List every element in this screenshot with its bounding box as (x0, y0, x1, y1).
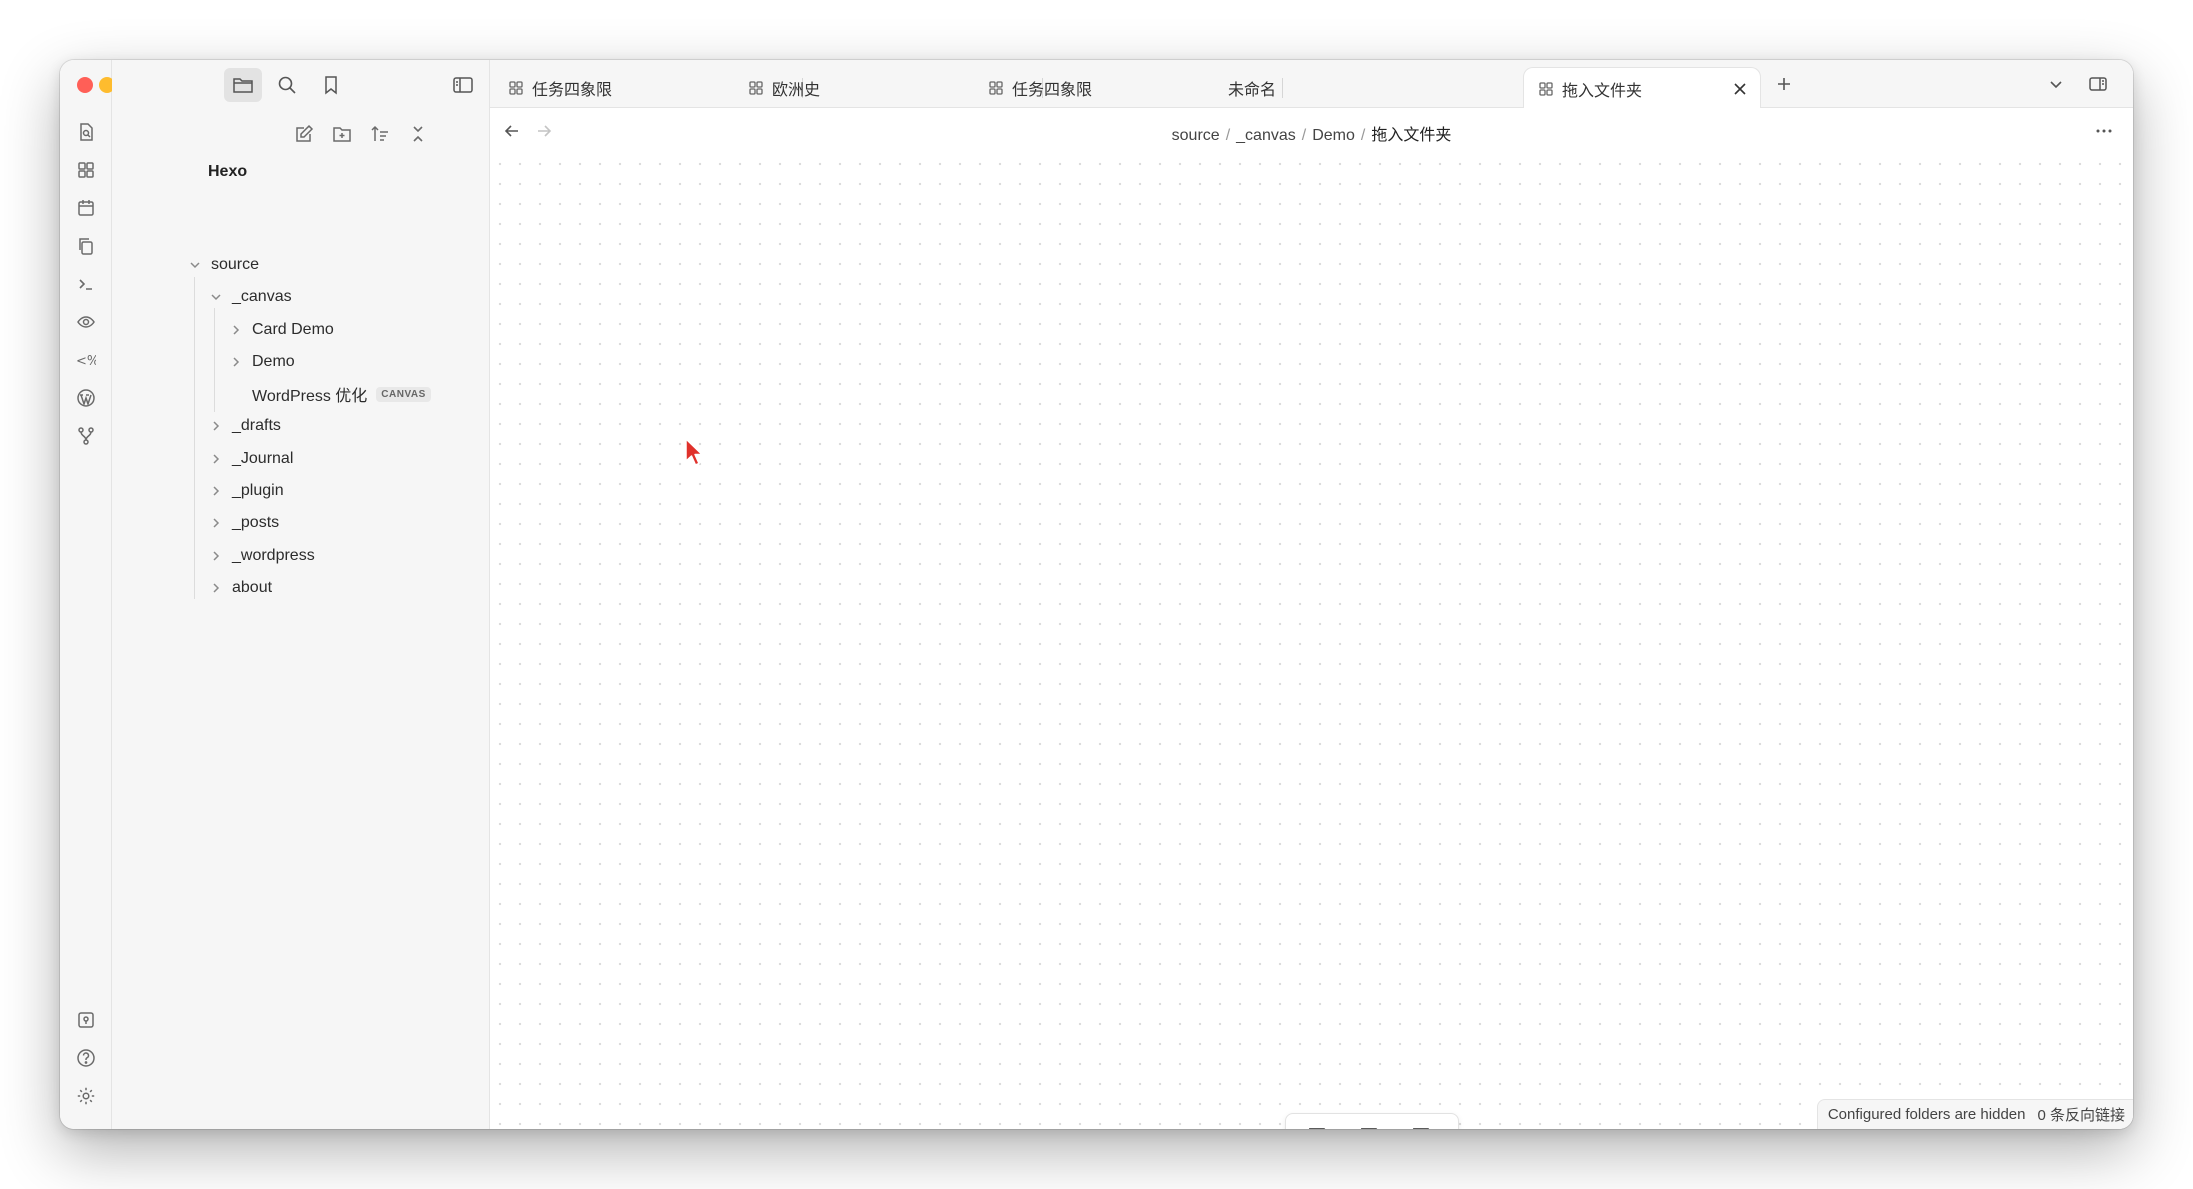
toggle-right-sidebar-icon[interactable] (2084, 70, 2112, 98)
new-folder-icon[interactable] (326, 118, 358, 150)
canvas-icon (1538, 81, 1554, 97)
tab-3[interactable]: 任务四象限 (974, 67, 1212, 108)
chevron-right-icon (209, 484, 223, 498)
breadcrumb-item[interactable]: Demo (1312, 127, 1355, 144)
collapse-all-icon[interactable] (402, 118, 434, 150)
tree-item-label: source (211, 256, 260, 273)
tree-folder-plugin[interactable]: _plugin (209, 476, 284, 506)
toggle-sidebar-icon[interactable] (446, 68, 480, 102)
indent-guide (194, 277, 195, 599)
tab-1[interactable]: 任务四象限 (494, 67, 732, 108)
file-explorer-sidebar: Hexo source _canvas Card Demo Demo WordP… (112, 60, 490, 1129)
mouse-cursor-icon (685, 438, 703, 466)
file-type-badge: CANVAS (376, 386, 431, 402)
canvas-icon (508, 80, 524, 96)
tree-folder-about[interactable]: about (209, 573, 272, 603)
sort-order-icon[interactable] (364, 118, 396, 150)
chevron-right-icon (209, 581, 223, 595)
tree-file-wordpress-optimization[interactable]: WordPress 优化 CANVAS (252, 379, 431, 409)
tab-label: 任务四象限 (1012, 81, 1093, 99)
tree-folder-demo[interactable]: Demo (229, 347, 295, 377)
chevron-right-icon (209, 549, 223, 563)
indent-guide (214, 308, 215, 412)
add-text-card-icon[interactable] (1300, 1122, 1340, 1129)
copy-icon[interactable] (72, 232, 100, 260)
breadcrumb-separator: / (1360, 127, 1366, 144)
add-card-toolbar (1285, 1113, 1459, 1129)
breadcrumb-item[interactable]: source (1172, 127, 1220, 144)
tree-folder-card-demo[interactable]: Card Demo (229, 315, 334, 345)
tab-2[interactable]: 欧洲史 (734, 67, 972, 108)
tree-item-label: about (232, 579, 273, 596)
tree-item-label: _Journal (232, 450, 294, 467)
close-icon[interactable] (1730, 79, 1750, 99)
settings-icon[interactable] (72, 1082, 100, 1110)
templater-icon[interactable]: <% (72, 346, 100, 374)
chevron-right-icon (209, 516, 223, 530)
status-bar: Configured folders are hidden 0 条反向链接 (1816, 1099, 2133, 1129)
tree-item-label: Card Demo (252, 321, 334, 338)
more-options-icon[interactable] (2090, 117, 2118, 145)
tree-item-label: _drafts (232, 417, 281, 434)
add-note-card-icon[interactable] (1352, 1122, 1392, 1129)
tree-folder-posts[interactable]: _posts (209, 508, 279, 538)
canvas-area[interactable]: Configured folders are hidden 0 条反向链接 (490, 154, 2133, 1129)
add-media-card-icon[interactable] (1404, 1122, 1444, 1129)
terminal-icon[interactable] (72, 270, 100, 298)
tab-label: 欧洲史 (772, 81, 821, 99)
tab-5-active[interactable]: 拖入文件夹 (1523, 67, 1761, 109)
app-window: <% (60, 60, 2133, 1129)
tree-item-label: WordPress 优化 (252, 388, 368, 405)
breadcrumb: source / _canvas / Demo / 拖入文件夹 (490, 121, 2133, 145)
tree-item-label: _plugin (232, 482, 284, 499)
breadcrumb-separator: / (1301, 127, 1307, 144)
git-branch-icon[interactable] (72, 422, 100, 450)
chevron-right-icon (209, 452, 223, 466)
tree-folder-journal[interactable]: _Journal (209, 444, 293, 474)
svg-text:<%: <% (76, 354, 96, 369)
tab-label: 未命名 (1228, 81, 1277, 99)
canvas-icon (748, 80, 764, 96)
backlinks-count[interactable]: 0 条反向链接 (2037, 1104, 2125, 1125)
tree-folder-source[interactable]: source (188, 250, 259, 280)
tab-list-chevron-down-icon[interactable] (2042, 70, 2070, 98)
tab-label: 任务四象限 (532, 81, 613, 99)
chevron-right-icon (229, 323, 243, 337)
chevron-right-icon (229, 355, 243, 369)
tab-label: 拖入文件夹 (1562, 82, 1643, 100)
tree-item-label: _wordpress (232, 547, 315, 564)
canvas-icon (988, 80, 1004, 96)
canvas-icon[interactable] (72, 156, 100, 184)
search-icon[interactable] (270, 68, 304, 102)
calendar-icon[interactable] (72, 194, 100, 222)
breadcrumb-current[interactable]: 拖入文件夹 (1371, 127, 1451, 144)
bookmark-icon[interactable] (314, 68, 348, 102)
new-note-icon[interactable] (288, 118, 320, 150)
hidden-folders-status[interactable]: Configured folders are hidden (1828, 1106, 2026, 1123)
chevron-right-icon (209, 419, 223, 433)
tree-folder-wordpress[interactable]: _wordpress (209, 541, 315, 571)
new-tab-plus-icon[interactable] (1770, 70, 1798, 98)
left-ribbon: <% (60, 60, 137, 1129)
chevron-down-icon (188, 258, 202, 272)
help-icon[interactable] (72, 1044, 100, 1072)
vault-switcher-icon[interactable] (72, 1006, 100, 1034)
breadcrumb-item[interactable]: _canvas (1236, 127, 1296, 144)
files-tab-folder-icon[interactable] (224, 68, 262, 102)
wordpress-icon[interactable] (72, 384, 100, 412)
vault-name[interactable]: Hexo (208, 163, 247, 181)
tree-item-label: _canvas (232, 288, 292, 305)
chevron-down-icon (209, 290, 223, 304)
tab-4[interactable]: 未命名 (1214, 67, 1452, 108)
close-window-button[interactable] (77, 77, 93, 93)
tree-item-label: Demo (252, 353, 295, 370)
eye-icon[interactable] (72, 308, 100, 336)
breadcrumb-separator: / (1225, 127, 1231, 144)
tab-bar: 任务四象限 欧洲史 任务四象限 未命名 拖入文件夹 (490, 60, 2133, 109)
tree-folder-canvas[interactable]: _canvas (209, 282, 292, 312)
tree-item-label: _posts (232, 514, 280, 531)
tree-folder-drafts[interactable]: _drafts (209, 411, 281, 441)
view-header: source / _canvas / Demo / 拖入文件夹 (490, 108, 2133, 154)
open-quick-switcher-icon[interactable] (72, 118, 100, 146)
